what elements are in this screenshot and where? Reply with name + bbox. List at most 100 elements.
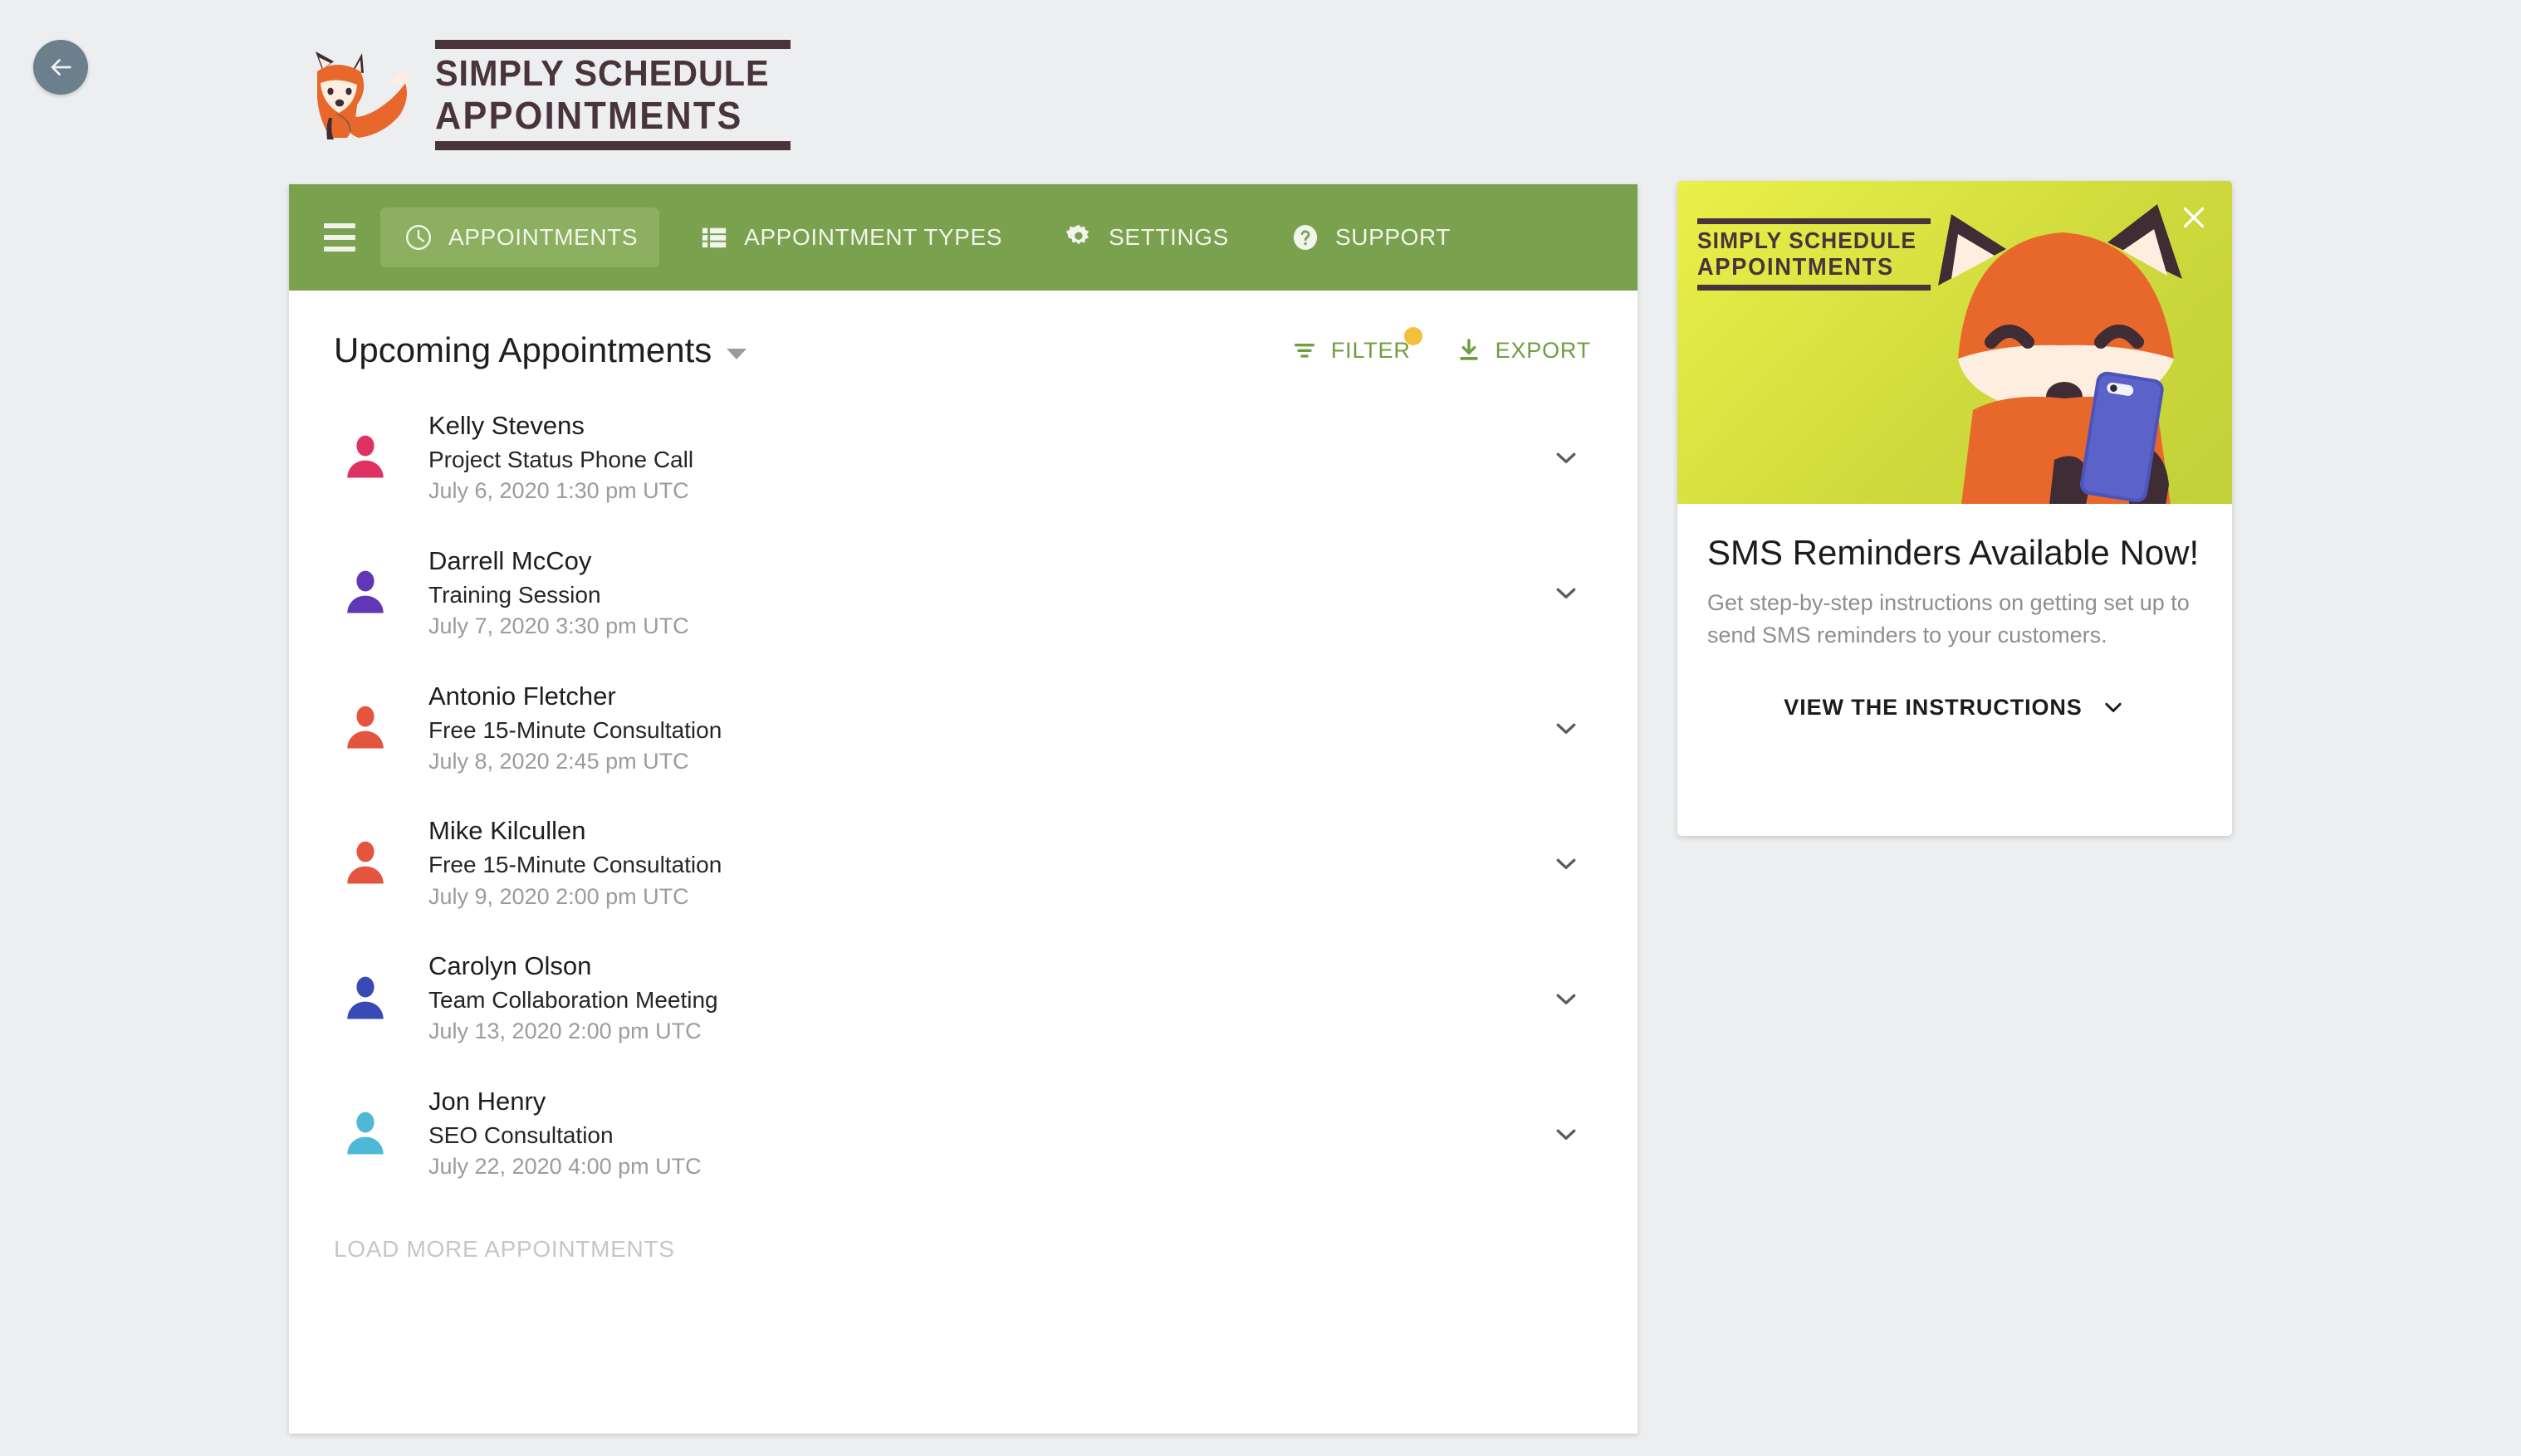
attendee-name: Darrell McCoy — [428, 545, 592, 575]
appointment-list-selector[interactable]: Upcoming Appointments — [334, 330, 747, 370]
attendee-name: Carolyn Olson — [428, 951, 592, 981]
appointment-time: July 22, 2020 4:00 pm UTC — [428, 1154, 702, 1180]
logo-line-2: APPOINTMENTS — [435, 94, 743, 137]
clock-icon — [402, 221, 435, 254]
hamburger-menu-icon[interactable] — [314, 223, 365, 252]
appointment-details: Mike Kilcullen Free 15-Minute Consultatio… — [397, 814, 1541, 912]
filter-icon — [1294, 344, 1314, 358]
nav-item-appointment-types[interactable]: APPOINTMENT TYPES — [676, 208, 1024, 267]
expand-appointment-button[interactable] — [1541, 848, 1591, 878]
attendee-name: Antonio Fletcher — [428, 681, 616, 711]
chevron-down-icon — [1556, 1129, 1576, 1140]
appointment-row[interactable]: Kelly Stevens Project Status Phone Call Ju… — [334, 390, 1591, 525]
list-grid-icon — [698, 221, 731, 254]
chevron-down-icon — [2105, 703, 2122, 713]
nav-item-support[interactable]: SUPPORT — [1267, 208, 1472, 267]
promo-logo-rule-bottom — [1697, 285, 1931, 291]
appointment-type: Training Session — [428, 581, 601, 608]
person-avatar-icon — [334, 973, 397, 1024]
arrow-left-icon — [51, 59, 71, 76]
appointment-row[interactable]: Antonio Fletcher Free 15-Minute Consultat… — [334, 661, 1591, 796]
filter-button[interactable]: FILTER — [1291, 327, 1422, 364]
back-button[interactable] — [33, 40, 88, 95]
list-toolbar: Upcoming Appointments FILTER EXPORT — [289, 291, 1637, 370]
expand-appointment-button[interactable] — [1541, 442, 1591, 472]
filter-label: FILTER — [1330, 337, 1411, 363]
fox-logo-icon — [316, 51, 409, 139]
appointments-list: Kelly Stevens Project Status Phone Call Ju… — [289, 370, 1637, 1201]
logo-rule-bottom — [435, 141, 791, 150]
list-title-label: Upcoming Appointments — [334, 330, 712, 369]
primary-navigation: APPOINTMENTS APPOINTMENT TYPES SETTINGS … — [289, 184, 1637, 291]
promo-card: SIMPLY SCHEDULE APPOINTMENTS SMS Reminde… — [1677, 181, 2232, 836]
expand-appointment-button[interactable] — [1541, 984, 1591, 1014]
export-button[interactable]: EXPORT — [1456, 337, 1591, 364]
expand-appointment-button[interactable] — [1541, 1119, 1591, 1149]
chevron-down-icon — [1556, 723, 1576, 734]
promo-title: SMS Reminders Available Now! — [1707, 533, 2200, 572]
appointment-details: Jon Henry SEO Consultation July 22, 2020 4… — [397, 1084, 1541, 1183]
load-more-appointments-button[interactable]: LOAD MORE APPOINTMENTS — [289, 1201, 675, 1263]
promo-close-button[interactable] — [2176, 199, 2212, 236]
app-logo: SIMPLY SCHEDULE APPOINTMENTS — [297, 40, 791, 150]
person-avatar-icon — [334, 432, 397, 483]
appointments-panel: APPOINTMENTS APPOINTMENT TYPES SETTINGS … — [289, 184, 1637, 1434]
appointment-row[interactable]: Mike Kilcullen Free 15-Minute Consultatio… — [334, 795, 1591, 931]
gear-icon — [1062, 221, 1095, 254]
appointment-time: July 8, 2020 2:45 pm UTC — [428, 748, 689, 774]
filter-active-badge — [1403, 327, 1422, 345]
chevron-down-icon — [1556, 858, 1576, 869]
promo-hero: SIMPLY SCHEDULE APPOINTMENTS — [1677, 181, 2232, 504]
appointment-time: July 13, 2020 2:00 pm UTC — [428, 1019, 702, 1044]
view-instructions-button[interactable]: VIEW THE INSTRUCTIONS — [1707, 695, 2202, 721]
chevron-down-icon — [1556, 588, 1576, 599]
appointment-details: Kelly Stevens Project Status Phone Call Ju… — [397, 408, 1541, 507]
person-avatar-icon — [334, 838, 397, 889]
logo-line-1: SIMPLY SCHEDULE — [435, 53, 770, 94]
nav-label-appointments: APPOINTMENTS — [448, 224, 639, 250]
appointment-type: Free 15-Minute Consultation — [428, 852, 722, 878]
appointment-row[interactable]: Darrell McCoy Training Session July 7, 202… — [334, 525, 1591, 661]
logo-rule-top — [435, 40, 791, 49]
caret-down-icon — [727, 348, 747, 359]
expand-appointment-button[interactable] — [1541, 578, 1591, 608]
close-icon — [2183, 207, 2205, 228]
nav-item-settings[interactable]: SETTINGS — [1040, 208, 1251, 267]
attendee-name: Kelly Stevens — [428, 411, 585, 440]
attendee-name: Mike Kilcullen — [428, 816, 586, 846]
help-circle-icon — [1289, 221, 1322, 254]
promo-cta-label: VIEW THE INSTRUCTIONS — [1784, 694, 2083, 720]
appointment-type: Free 15-Minute Consultation — [428, 716, 722, 743]
chevron-down-icon — [1556, 994, 1576, 1004]
attendee-name: Jon Henry — [428, 1087, 546, 1116]
appointment-type: Team Collaboration Meeting — [428, 987, 718, 1014]
chevron-down-icon — [1556, 453, 1576, 464]
appointment-row[interactable]: Carolyn Olson Team Collaboration Meeting J… — [334, 931, 1591, 1066]
person-avatar-icon — [334, 1108, 397, 1160]
nav-item-appointments[interactable]: APPOINTMENTS — [380, 208, 660, 267]
fox-with-phone-illustration — [1938, 204, 2182, 504]
nav-label-support: SUPPORT — [1334, 224, 1451, 250]
appointment-time: July 6, 2020 1:30 pm UTC — [428, 478, 689, 504]
appointment-type: Project Status Phone Call — [428, 446, 694, 472]
appointment-details: Antonio Fletcher Free 15-Minute Consultat… — [397, 679, 1541, 778]
appointment-details: Darrell McCoy Training Session July 7, 202… — [397, 544, 1541, 642]
promo-logo-line-1: SIMPLY SCHEDULE — [1697, 227, 1917, 253]
toolbar-actions: FILTER EXPORT — [1291, 327, 1591, 364]
promo-logo: SIMPLY SCHEDULE APPOINTMENTS — [1697, 218, 1931, 291]
nav-label-settings: SETTINGS — [1109, 224, 1229, 250]
appointment-details: Carolyn Olson Team Collaboration Meeting J… — [397, 949, 1541, 1048]
promo-description: Get step-by-step instructions on getting… — [1707, 589, 2190, 647]
person-avatar-icon — [334, 567, 397, 618]
appointment-time: July 7, 2020 3:30 pm UTC — [428, 613, 689, 638]
expand-appointment-button[interactable] — [1541, 713, 1591, 743]
promo-body: SMS Reminders Available Now! Get step-by… — [1677, 504, 2232, 721]
download-icon — [1459, 339, 1478, 360]
export-label: EXPORT — [1495, 337, 1591, 363]
appointment-type: SEO Consultation — [428, 1121, 614, 1148]
appointment-row[interactable]: Jon Henry SEO Consultation July 22, 2020 4… — [334, 1066, 1591, 1201]
nav-label-appointment-types: APPOINTMENT TYPES — [744, 224, 1003, 250]
promo-logo-line-2: APPOINTMENTS — [1697, 254, 1894, 281]
promo-logo-rule-top — [1697, 218, 1931, 224]
person-avatar-icon — [334, 702, 397, 754]
